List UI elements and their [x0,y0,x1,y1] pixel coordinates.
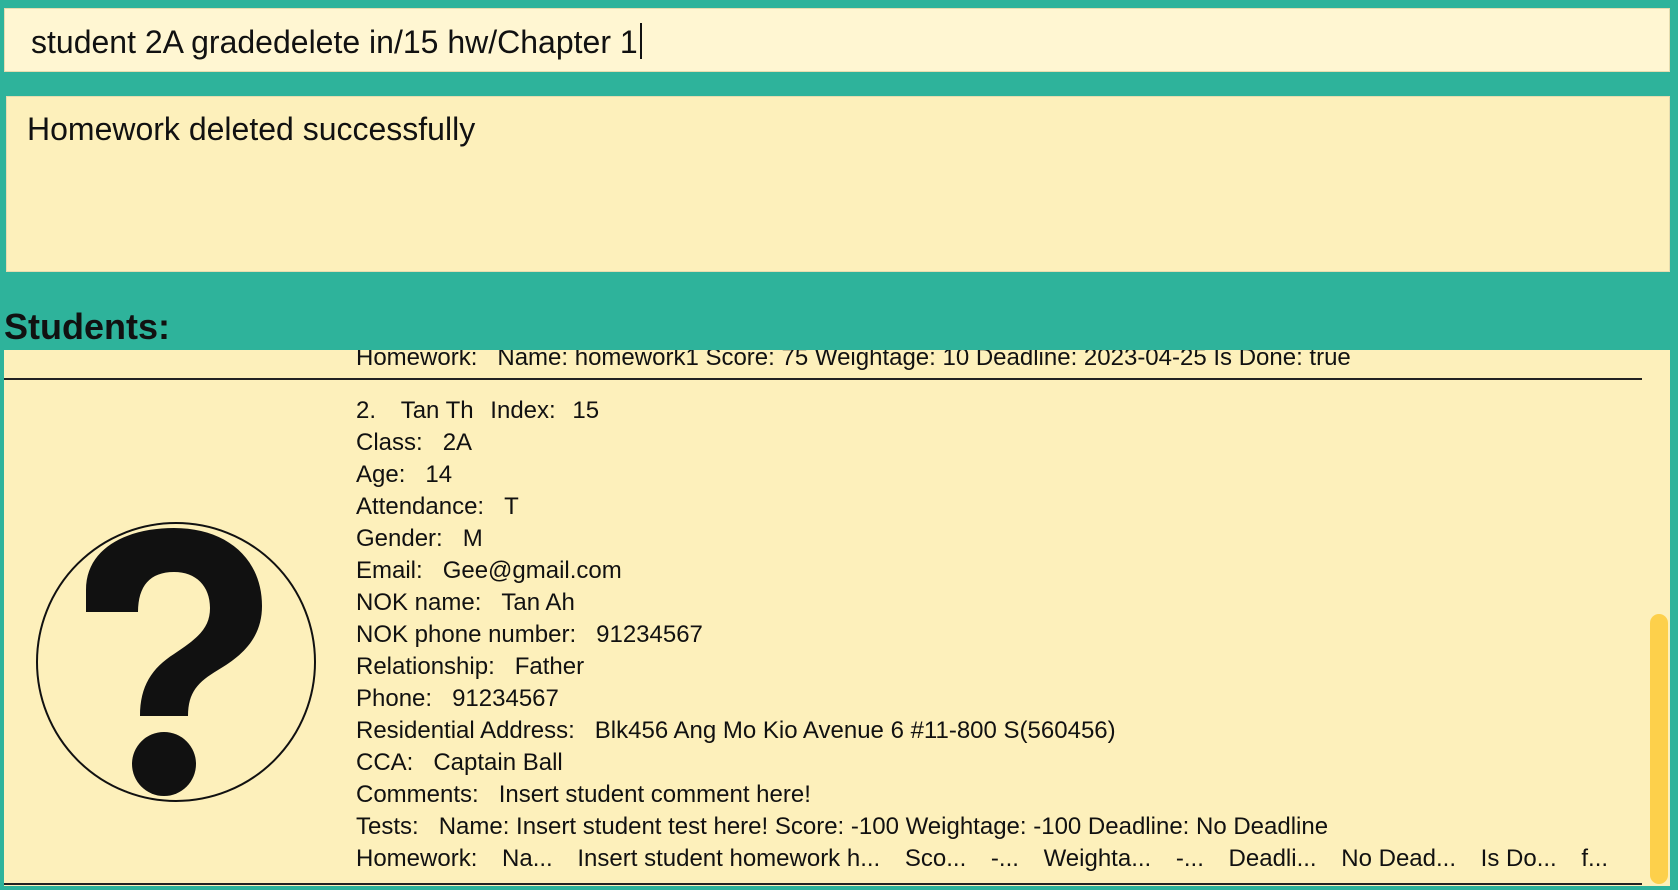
age-value: 14 [425,461,453,488]
index-label: Index: [490,397,556,424]
homework-label: Homework: [356,845,478,872]
attendance-row: Attendance: T [356,491,1626,523]
comments-label: Comments: [356,781,479,808]
previous-card-homework-row: Homework: Name: homework1 Score: 75 Weig… [356,350,1351,372]
class-row: Class: 2A [356,427,1626,459]
command-box[interactable]: student 2A gradedelete in/15 hw/Chapter … [4,8,1670,72]
attendance-label: Attendance: [356,493,485,520]
student-list-title: Students: [4,306,170,347]
address-row: Residential Address: Blk456 Ang Mo Kio Av… [356,715,1626,747]
scrollbar-thumb[interactable] [1650,614,1668,884]
homework-cell: -... [1175,845,1204,872]
age-label: Age: [356,461,406,488]
student-name: Tan Th [400,397,474,424]
email-label: Email: [356,557,423,584]
gender-label: Gender: [356,525,443,552]
student-header-row: 2. Tan Th Index: 15 [356,395,1626,427]
class-label: Class: [356,429,423,456]
address-label: Residential Address: [356,717,575,744]
cca-label: CCA: [356,749,414,776]
command-text: student 2A gradedelete in/15 hw/Chapter … [31,24,638,60]
phone-value: 91234567 [452,685,559,712]
student-card[interactable]: 2. Tan Th Index: 15 Class: 2A Age: 14 Atte… [4,380,1642,885]
gender-row: Gender: M [356,523,1626,555]
email-row: Email: Gee@gmail.com [356,555,1626,587]
comments-row: Comments: Insert student comment here! [356,779,1626,811]
previous-student-card[interactable]: Homework: Name: homework1 Score: 75 Weig… [4,350,1642,380]
student-list-panel[interactable]: Homework: Name: homework1 Score: 75 Weig… [4,350,1670,886]
result-display: Homework deleted successfully [6,96,1670,272]
tests-value: Name: Insert student test here! Score: -… [438,813,1329,840]
nok-phone-value: 91234567 [596,621,703,648]
nok-phone-label: NOK phone number: [356,621,577,648]
cca-row: CCA: Captain Ball [356,747,1626,779]
comments-value: Insert student comment here! [498,781,811,808]
email-value: Gee@gmail.com [442,557,622,584]
tests-row: Tests: Name: Insert student test here! Sc… [356,811,1626,843]
result-message: Homework deleted successfully [27,111,476,147]
homework-cell: Insert student homework h... [577,845,881,872]
student-number: 2. [356,397,377,424]
cca-value: Captain Ball [433,749,563,776]
question-mark-icon [36,522,316,802]
nok-name-value: Tan Ah [501,589,575,616]
homework-value: Name: homework1 Score: 75 Weightage: 10 … [497,350,1351,371]
gender-value: M [462,525,483,552]
index-value: 15 [572,397,600,424]
homework-cell: -... [990,845,1019,872]
attendance-value: T [504,493,519,520]
relationship-label: Relationship: [356,653,495,680]
nok-name-label: NOK name: [356,589,482,616]
command-input[interactable]: student 2A gradedelete in/15 hw/Chapter … [31,23,642,61]
tests-label: Tests: [356,813,419,840]
homework-cell: Na... [502,845,553,872]
homework-row: Homework: Na... Insert student homework … [356,843,1626,875]
homework-cell: Weighta... [1043,845,1152,872]
age-row: Age: 14 [356,459,1626,491]
homework-cell: Deadli... [1228,845,1317,872]
class-value: 2A [442,429,473,456]
homework-label: Homework: [356,350,478,371]
homework-cell: Is Do... [1480,845,1557,872]
homework-cell: No Dead... [1341,845,1456,872]
phone-row: Phone: 91234567 [356,683,1626,715]
nok-name-row: NOK name: Tan Ah [356,587,1626,619]
student-details: 2. Tan Th Index: 15 Class: 2A Age: 14 Atte… [356,395,1626,875]
text-caret [639,23,642,59]
relationship-row: Relationship: Father [356,651,1626,683]
phone-label: Phone: [356,685,433,712]
relationship-value: Father [514,653,585,680]
homework-cell: Sco... [904,845,967,872]
nok-phone-row: NOK phone number: 91234567 [356,619,1626,651]
homework-cell: f... [1581,845,1609,872]
address-value: Blk456 Ang Mo Kio Avenue 6 #11-800 S(560… [594,717,1116,744]
